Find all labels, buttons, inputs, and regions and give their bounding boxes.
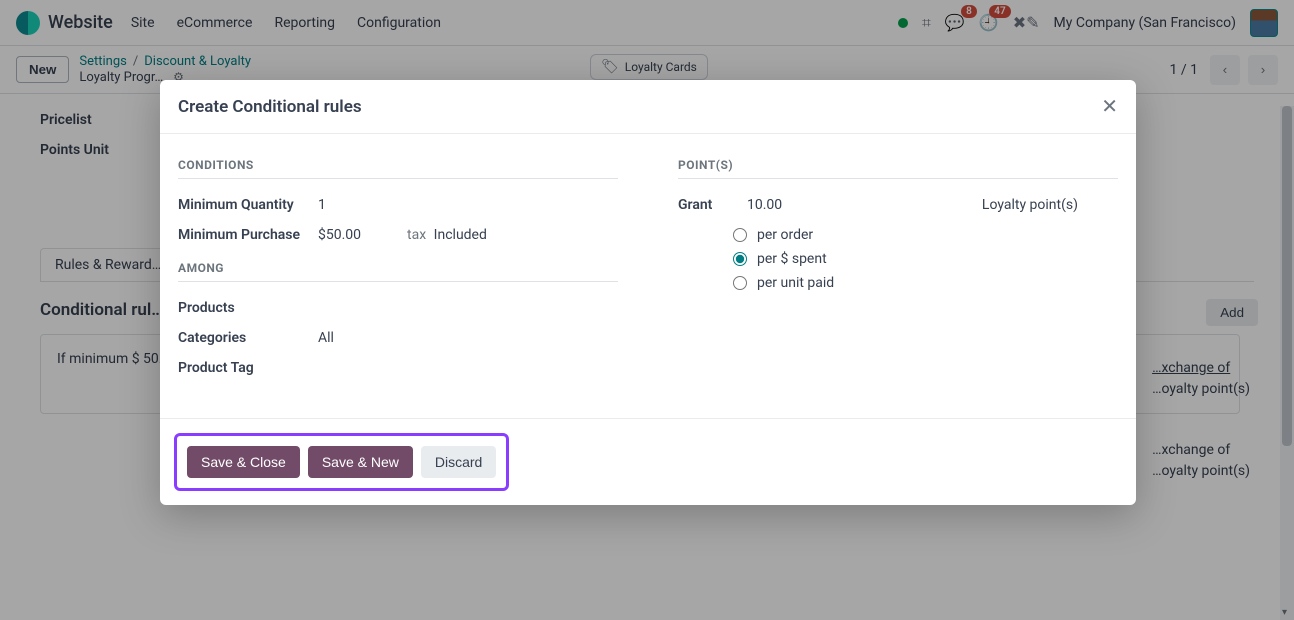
- grant-label: Grant: [678, 197, 733, 213]
- radio-per-order-input[interactable]: [733, 228, 747, 242]
- section-among: AMONG: [178, 261, 618, 282]
- radio-per-spent[interactable]: per $ spent: [733, 251, 1118, 267]
- modal-title: Create Conditional rules: [178, 97, 362, 117]
- grant-unit: Loyalty point(s): [982, 197, 1078, 213]
- product-tag-label: Product Tag: [178, 360, 318, 376]
- min-qty-label: Minimum Quantity: [178, 197, 318, 213]
- section-points: POINT(S): [678, 158, 1118, 179]
- min-purchase-value[interactable]: $50.00: [318, 227, 361, 243]
- categories-label: Categories: [178, 330, 318, 346]
- radio-per-spent-input[interactable]: [733, 252, 747, 266]
- discard-button[interactable]: Discard: [421, 446, 496, 478]
- radio-per-unit[interactable]: per unit paid: [733, 275, 1118, 291]
- modal-conditional-rules: Create Conditional rules ✕ CONDITIONS Mi…: [160, 80, 1136, 505]
- section-conditions: CONDITIONS: [178, 158, 618, 179]
- tax-label: tax: [407, 227, 426, 243]
- radio-per-order[interactable]: per order: [733, 227, 1118, 243]
- categories-value[interactable]: All: [318, 330, 334, 346]
- close-icon[interactable]: ✕: [1101, 94, 1118, 119]
- save-close-button[interactable]: Save & Close: [187, 446, 300, 478]
- grant-value[interactable]: 10.00: [747, 197, 782, 213]
- products-label: Products: [178, 300, 318, 316]
- radio-per-unit-input[interactable]: [733, 276, 747, 290]
- tax-value[interactable]: Included: [434, 227, 487, 243]
- footer-highlight-box: Save & Close Save & New Discard: [174, 433, 509, 491]
- min-purchase-label: Minimum Purchase: [178, 227, 318, 243]
- save-new-button[interactable]: Save & New: [308, 446, 413, 478]
- min-qty-value[interactable]: 1: [318, 197, 326, 213]
